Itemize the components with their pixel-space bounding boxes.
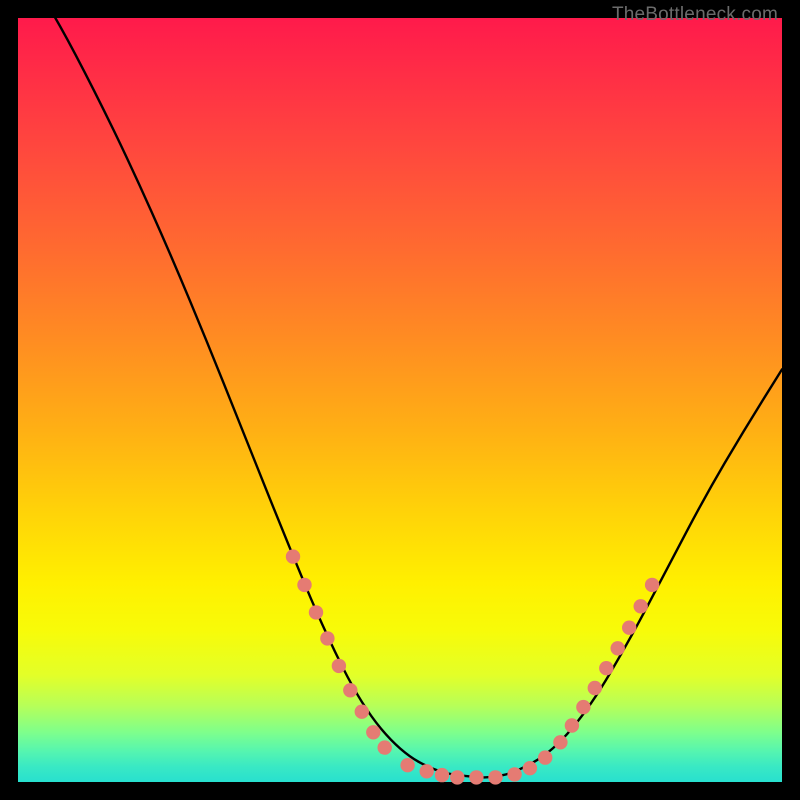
watermark-text: TheBottleneck.com: [612, 4, 778, 26]
marker-dot: [553, 735, 567, 749]
marker-dot: [309, 605, 323, 619]
marker-dot: [420, 764, 434, 778]
marker-dot: [400, 758, 414, 772]
marker-dot: [469, 770, 483, 784]
marker-dot: [588, 681, 602, 695]
marker-dot: [523, 761, 537, 775]
marker-dot: [332, 659, 346, 673]
marker-dot: [378, 740, 392, 754]
marker-dot: [450, 770, 464, 784]
marker-dot: [538, 750, 552, 764]
marker-dot: [507, 767, 521, 781]
marker-dot: [297, 578, 311, 592]
marker-dot: [355, 705, 369, 719]
chart-frame: TheBottleneck.com: [0, 0, 800, 800]
marker-dot: [634, 599, 648, 613]
marker-dot: [599, 661, 613, 675]
marker-dot: [435, 768, 449, 782]
marker-dot: [488, 770, 502, 784]
marker-dot: [366, 725, 380, 739]
marker-dot: [320, 631, 334, 645]
marker-dot: [343, 683, 357, 697]
marker-dot: [286, 549, 300, 563]
marker-dot: [645, 578, 659, 592]
marker-dot: [622, 621, 636, 635]
chart-svg: [18, 18, 782, 782]
bottleneck-curve: [18, 0, 782, 777]
marker-dot: [576, 700, 590, 714]
marker-group: [286, 549, 660, 784]
marker-dot: [611, 641, 625, 655]
marker-dot: [565, 718, 579, 732]
